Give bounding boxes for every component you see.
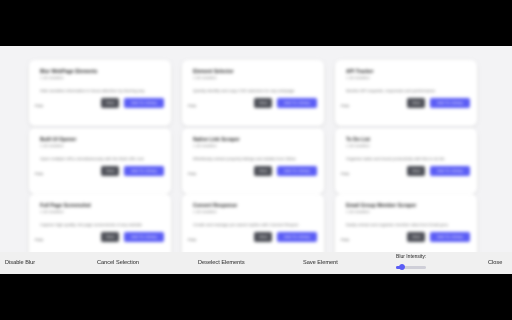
- card-installs: 1.3k installed: [40, 75, 64, 80]
- blurred-card-grid: Blur WebPage Elements 1.3k installed Hid…: [0, 46, 512, 252]
- card-to-do-list[interactable]: To Do List 1.3k installed Organize tasks…: [335, 128, 477, 194]
- card-description: Capture high quality, full page screensh…: [40, 222, 142, 227]
- view-button[interactable]: View: [407, 232, 425, 242]
- blur-intensity-label: Blur Intensity:: [396, 254, 427, 260]
- view-button[interactable]: View: [101, 232, 119, 242]
- blur-intensity-slider[interactable]: [396, 264, 426, 270]
- card-installs: 1.5k installed: [193, 75, 217, 80]
- card-installs: 1.3k installed: [346, 143, 370, 148]
- card-price: Free: [35, 171, 44, 176]
- card-price: Free: [341, 103, 350, 108]
- add-to-library-button[interactable]: Add To Library: [124, 98, 164, 108]
- add-to-library-button[interactable]: Add To Library: [277, 98, 317, 108]
- view-button[interactable]: View: [407, 98, 425, 108]
- view-button[interactable]: View: [407, 166, 425, 176]
- card-installs: 1.3k installed: [40, 143, 64, 148]
- card-price: Free: [188, 103, 197, 108]
- cancel-selection-button[interactable]: Cancel Selection: [97, 260, 139, 266]
- view-button[interactable]: View: [254, 98, 272, 108]
- view-button[interactable]: View: [101, 98, 119, 108]
- add-to-library-button[interactable]: Add To Library: [430, 232, 470, 242]
- card-description: Quickly identify and copy CSS selectors …: [193, 88, 295, 93]
- card-full-page-screenshot[interactable]: Full Page Screenshot 1.3k installed Capt…: [29, 194, 171, 252]
- card-installs: 1.3k installed: [193, 209, 217, 214]
- slider-knob[interactable]: [399, 264, 405, 270]
- card-api-tracker[interactable]: API Tracker 1.3k installed Monitor API r…: [335, 60, 477, 126]
- add-to-library-button[interactable]: Add To Library: [430, 98, 470, 108]
- card-description: Hide sensitive information in focus atte…: [40, 88, 145, 93]
- add-to-library-button[interactable]: Add To Library: [277, 166, 317, 176]
- view-button[interactable]: View: [254, 166, 272, 176]
- card-description: Open multiple URLs simultaneously with t…: [40, 156, 144, 161]
- blurred-page: Blur WebPage Elements 1.3k installed Hid…: [0, 46, 512, 252]
- card-native-link-scraper[interactable]: Native Link Scraper 1.3k installed Effor…: [182, 128, 324, 194]
- card-price: Free: [35, 237, 44, 242]
- add-to-library-button[interactable]: Add To Library: [124, 166, 164, 176]
- blur-toolbar: Disable Blur Cancel Selection Deselect E…: [0, 252, 512, 274]
- card-price: Free: [188, 237, 197, 242]
- card-email-group-member-scraper[interactable]: Email Group Member Scraper 1.3k installe…: [335, 194, 477, 252]
- card-price: Free: [341, 237, 350, 242]
- card-installs: 1.3k installed: [40, 209, 64, 214]
- card-description: Organize tasks and boost productivity wi…: [346, 156, 445, 161]
- card-installs: 1.3k installed: [346, 209, 370, 214]
- deselect-elements-button[interactable]: Deselect Elements: [198, 260, 245, 266]
- card-description: Create and manage pre-saved replies with…: [193, 222, 299, 227]
- card-price: Free: [35, 103, 44, 108]
- card-convert-response[interactable]: Convert Response 1.3k installed Create a…: [182, 194, 324, 252]
- card-description: Easily extract and organize member data …: [346, 222, 449, 227]
- card-installs: 1.3k installed: [193, 143, 217, 148]
- add-to-library-button[interactable]: Add To Library: [277, 232, 317, 242]
- view-button[interactable]: View: [101, 166, 119, 176]
- card-installs: 1.3k installed: [346, 75, 370, 80]
- card-description: Effortlessly extract property listings a…: [193, 156, 296, 161]
- card-price: Free: [188, 171, 197, 176]
- add-to-library-button[interactable]: Add To Library: [124, 232, 164, 242]
- view-button[interactable]: View: [254, 232, 272, 242]
- card-element-selector[interactable]: Element Selector 1.5k installed Quickly …: [182, 60, 324, 126]
- disable-blur-button[interactable]: Disable Blur: [5, 260, 35, 266]
- card-description: Monitor API requests, responses and perf…: [346, 88, 436, 93]
- save-element-button[interactable]: Save Element: [303, 260, 338, 266]
- close-button[interactable]: Close: [488, 260, 502, 266]
- card-price: Free: [341, 171, 350, 176]
- card-blur-webpage-elements[interactable]: Blur WebPage Elements 1.3k installed Hid…: [29, 60, 171, 126]
- card-built-ui-opener[interactable]: Built UI Opener 1.3k installed Open mult…: [29, 128, 171, 194]
- add-to-library-button[interactable]: Add To Library: [430, 166, 470, 176]
